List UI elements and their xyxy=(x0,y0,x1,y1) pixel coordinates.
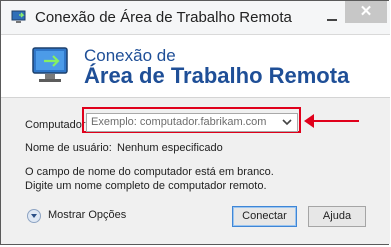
computer-combobox[interactable]: Exemplo: computador.fabrikam.com xyxy=(86,113,298,132)
connect-button[interactable]: Conectar xyxy=(232,206,297,227)
info-message: O campo de nome do computador está em br… xyxy=(25,166,274,192)
show-options-label[interactable]: Mostrar Opções xyxy=(48,209,126,221)
annotation-arrow-line xyxy=(307,120,359,122)
header-banner: Conexão de Área de Trabalho Remota xyxy=(1,35,390,98)
close-button[interactable]: ✕ xyxy=(345,1,387,23)
username-value: Nenhum especificado xyxy=(117,142,223,154)
window-title: Conexão de Área de Trabalho Remota xyxy=(35,9,292,26)
computer-label: Computador: xyxy=(25,119,89,131)
minimize-button[interactable] xyxy=(324,8,340,24)
monitor-connection-icon xyxy=(32,47,68,82)
username-label: Nome de usuário: xyxy=(25,142,112,154)
expand-circle-icon[interactable] xyxy=(27,209,41,223)
title-bar[interactable]: Conexão de Área de Trabalho Remota ✕ xyxy=(1,1,390,35)
computer-placeholder: Exemplo: computador.fabrikam.com xyxy=(91,116,267,128)
banner-title-line2: Área de Trabalho Remota xyxy=(84,63,350,88)
remote-desktop-window: Conexão de Área de Trabalho Remota ✕ Con… xyxy=(0,0,390,245)
help-button[interactable]: Ajuda xyxy=(308,206,366,227)
dialog-content: Computador: Exemplo: computador.fabrikam… xyxy=(1,98,390,244)
chevron-down-icon[interactable] xyxy=(282,117,292,127)
remote-desktop-icon xyxy=(11,10,26,23)
